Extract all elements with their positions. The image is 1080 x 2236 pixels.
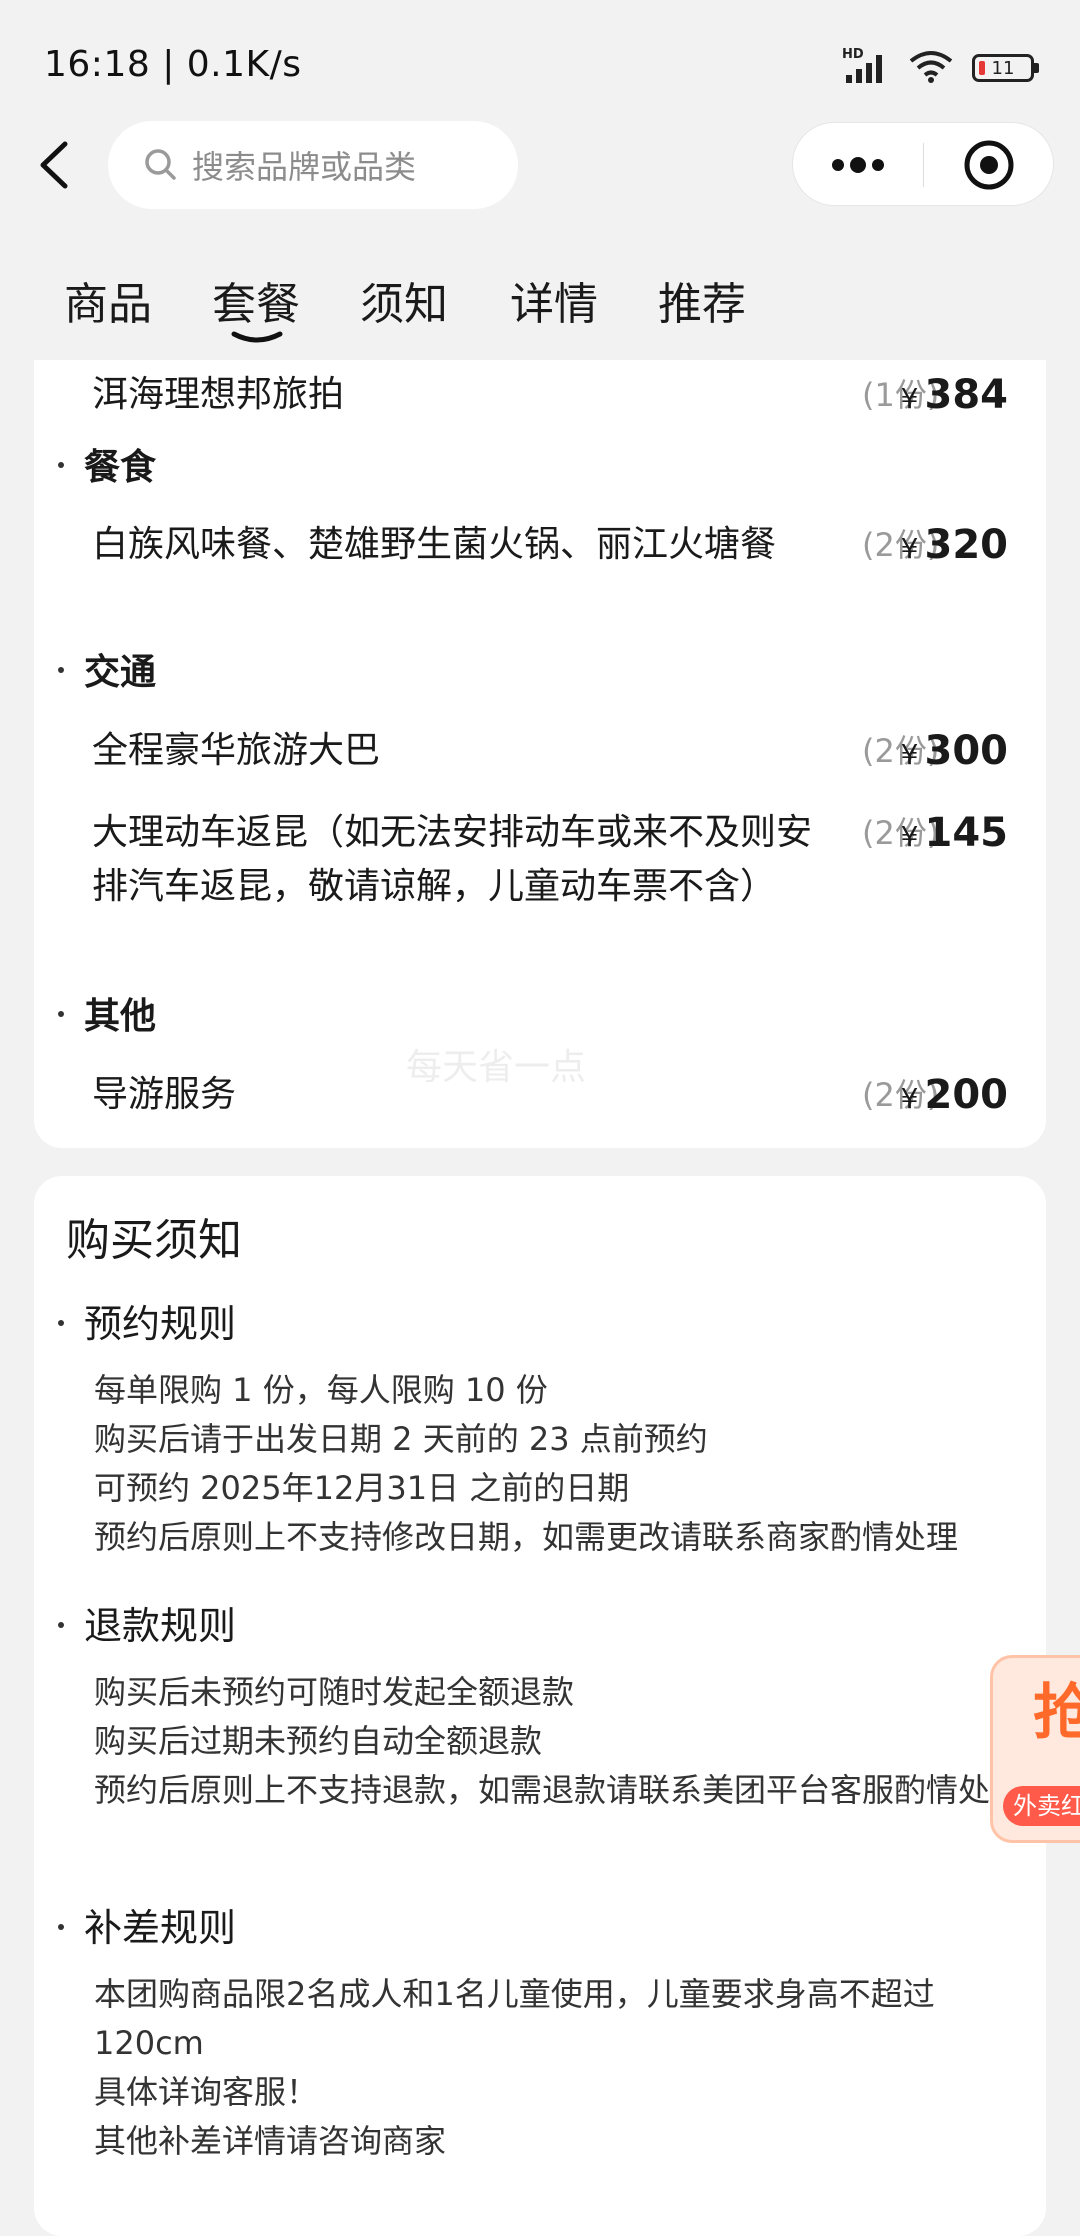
category-label: 交通 bbox=[84, 652, 157, 693]
badge-char: 抢 bbox=[1033, 1664, 1080, 1751]
item-price: ¥384 bbox=[901, 368, 1008, 430]
back-button[interactable] bbox=[24, 130, 84, 200]
rule-heading: 退款规则 bbox=[58, 1598, 236, 1654]
bullet-dot bbox=[58, 1621, 64, 1628]
wifi-icon bbox=[908, 49, 954, 87]
item-name: 导游服务 bbox=[92, 1074, 237, 1115]
package-card: 洱海理想邦旅拍 (1份) ¥384 餐食 白族风味餐、楚雄野生菌火锅、丽江火塘餐… bbox=[34, 360, 1046, 1148]
battery-icon: 11 bbox=[972, 54, 1039, 82]
more-button[interactable] bbox=[793, 123, 923, 207]
rule-lines: 每单限购 1 份，每人限购 10 份 购买后请于出发日期 2 天前的 23 点前… bbox=[94, 1366, 1024, 1562]
rule-line: 可预约 2025年12月31日 之前的日期 bbox=[94, 1469, 630, 1507]
rule-lines: 购买后未预约可随时发起全额退款 购买后过期未预约自动全额退款 预约后原则上不支持… bbox=[94, 1668, 1024, 1815]
tab-goods[interactable]: 商品 bbox=[64, 268, 152, 332]
tab-details[interactable]: 详情 bbox=[510, 268, 598, 332]
item-price: ¥145 bbox=[901, 806, 1008, 868]
bullet-dot bbox=[58, 1011, 64, 1017]
status-time: 16:18 | 0.1K/s bbox=[44, 44, 302, 85]
rule-line: 预约后原则上不支持退款，如需退款请联系美团平台客服酌情处理 bbox=[94, 1771, 1023, 1809]
rule-line: 购买后未预约可随时发起全额退款 bbox=[94, 1673, 575, 1711]
rule-line: 每单限购 1 份，每人限购 10 份 bbox=[94, 1371, 548, 1409]
status-bar: 16:18 | 0.1K/s HD 11 bbox=[0, 0, 1080, 120]
section-tabs: 商品 套餐 须知 详情 推荐 bbox=[0, 250, 1080, 360]
currency-symbol: ¥ bbox=[900, 532, 919, 565]
status-icons: HD 11 bbox=[842, 47, 1039, 88]
tab-package[interactable]: 套餐 bbox=[212, 268, 300, 332]
category-heading: 其他 bbox=[58, 990, 156, 1044]
currency-symbol: ¥ bbox=[900, 820, 919, 853]
badge-label: 外卖红包 bbox=[1003, 1786, 1080, 1826]
signal-icon: HD bbox=[842, 47, 890, 85]
rule-heading-label: 退款规则 bbox=[84, 1604, 237, 1648]
bullet-dot bbox=[58, 667, 64, 673]
rule-line: 购买后请于出发日期 2 天前的 23 点前预约 bbox=[94, 1420, 708, 1458]
rule-heading: 预约规则 bbox=[58, 1296, 236, 1352]
rule-line: 购买后过期未预约自动全额退款 bbox=[94, 1722, 543, 1760]
rule-line: 预约后原则上不支持修改日期，如需更改请联系商家酌情处理 bbox=[94, 1518, 959, 1556]
currency-symbol: ¥ bbox=[900, 382, 919, 415]
bullet-dot bbox=[58, 462, 64, 468]
category-heading: 交通 bbox=[58, 646, 156, 700]
price-value: 320 bbox=[924, 522, 1009, 568]
item-name: 白族风味餐、楚雄野生菌火锅、丽江火塘餐 bbox=[92, 524, 777, 565]
item-name: 全程豪华旅游大巴 bbox=[92, 730, 381, 771]
search-input[interactable]: 搜索品牌或品类 bbox=[108, 121, 518, 209]
currency-symbol: ¥ bbox=[900, 1082, 919, 1115]
search-placeholder: 搜索品牌或品类 bbox=[192, 148, 417, 186]
tab-recommend[interactable]: 推荐 bbox=[658, 268, 746, 332]
price-value: 145 bbox=[924, 810, 1009, 856]
tab-notice[interactable]: 须知 bbox=[360, 268, 448, 332]
notice-title: 购买须知 bbox=[66, 1215, 242, 1266]
close-miniprogram-button[interactable] bbox=[924, 123, 1054, 207]
rule-line: 其他补差详情请咨询商家 bbox=[94, 2122, 447, 2160]
floating-promo-badge[interactable]: 抢 外卖红包 bbox=[990, 1655, 1080, 1843]
miniprogram-capsule bbox=[792, 122, 1054, 206]
currency-symbol: ¥ bbox=[900, 738, 919, 771]
item-name: 洱海理想邦旅拍 bbox=[92, 374, 345, 415]
category-heading: 餐食 bbox=[58, 441, 156, 495]
search-icon bbox=[145, 149, 176, 180]
more-dots-icon bbox=[832, 157, 884, 173]
item-price: ¥320 bbox=[901, 518, 1008, 580]
rule-lines: 本团购商品限2名成人和1名儿童使用，儿童要求身高不超过120cm 具体详询客服！… bbox=[94, 1970, 1024, 2166]
battery-level: 11 bbox=[991, 57, 1015, 79]
price-value: 200 bbox=[924, 1072, 1009, 1118]
active-tab-indicator bbox=[231, 331, 283, 343]
price-value: 300 bbox=[924, 728, 1009, 774]
bullet-dot bbox=[58, 1319, 64, 1326]
rule-line: 具体详询客服！ bbox=[94, 2073, 319, 2111]
purchase-notice-card: 购买须知 预约规则 每单限购 1 份，每人限购 10 份 购买后请于出发日期 2… bbox=[34, 1176, 1046, 2236]
target-close-icon bbox=[964, 140, 1014, 190]
category-label: 其他 bbox=[84, 996, 157, 1037]
price-value: 384 bbox=[924, 372, 1009, 418]
rule-heading-label: 预约规则 bbox=[84, 1302, 237, 1346]
bullet-dot bbox=[58, 1923, 64, 1930]
item-price: ¥200 bbox=[901, 1068, 1008, 1130]
rule-heading: 补差规则 bbox=[58, 1900, 236, 1956]
chevron-left-icon bbox=[40, 141, 68, 189]
rule-line: 本团购商品限2名成人和1名儿童使用，儿童要求身高不超过120cm bbox=[94, 1975, 935, 2062]
rule-heading-label: 补差规则 bbox=[84, 1906, 237, 1950]
item-name: 大理动车返昆（如无法安排动车或来不及则安排汽车返昆，敬请谅解，儿童动车票不含） bbox=[92, 812, 813, 907]
item-price: ¥300 bbox=[901, 724, 1008, 786]
category-label: 餐食 bbox=[84, 447, 157, 488]
